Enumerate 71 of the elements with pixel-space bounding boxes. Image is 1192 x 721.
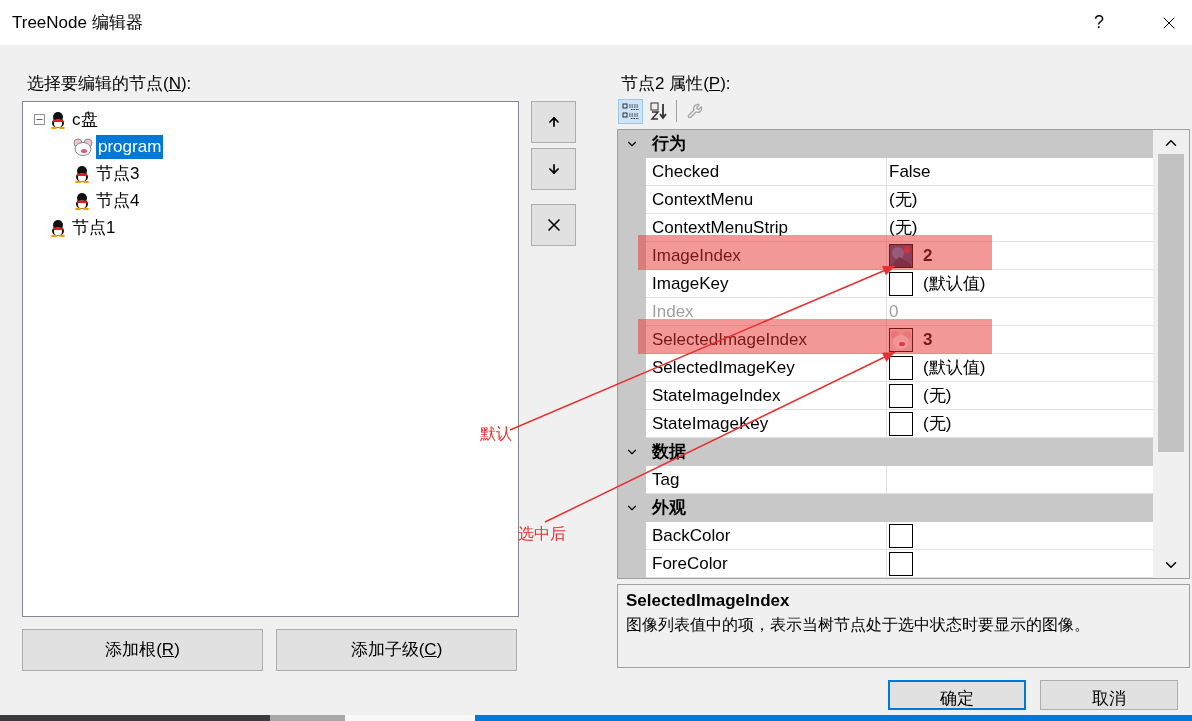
image-icon — [889, 327, 913, 352]
wrench-icon — [686, 103, 703, 119]
category-title: 行为 — [651, 133, 686, 156]
properties-label: 节点2 属性(P): — [620, 73, 732, 95]
category-title: 数据 — [651, 441, 686, 464]
empty-swatch — [889, 271, 913, 296]
animal-icon — [73, 137, 93, 156]
tree-label: 选择要编辑的节点(N): — [26, 73, 193, 95]
categorized-icon — [621, 102, 640, 120]
property-value[interactable]: (默认值) — [923, 270, 986, 297]
property-name[interactable]: ForeColor — [646, 550, 887, 578]
description-title: SelectedImageIndex — [626, 590, 791, 612]
bird-icon — [49, 218, 67, 237]
value-cell[interactable]: False — [887, 158, 1153, 186]
property-name[interactable]: ContextMenuStrip — [646, 214, 887, 242]
tree-node[interactable]: 节点4 — [94, 188, 142, 213]
tree-node[interactable]: 节点3 — [94, 161, 142, 186]
tree-node[interactable]: program — [96, 134, 164, 159]
value-cell[interactable]: (默认值) — [887, 270, 1153, 298]
property-name[interactable]: ImageIndex — [646, 242, 887, 270]
value-cell[interactable]: (无) — [887, 410, 1153, 438]
category-title: 外观 — [651, 497, 686, 520]
value-cell[interactable]: (默认值) — [887, 354, 1153, 382]
value-cell[interactable]: 3 — [887, 326, 1153, 354]
move-down-button[interactable] — [531, 148, 576, 190]
property-value[interactable]: (无) — [889, 214, 918, 241]
value-cell[interactable] — [887, 550, 1153, 578]
window-title: TreeNode 编辑器 — [11, 11, 143, 34]
property-name[interactable]: ContextMenu — [646, 186, 887, 214]
value-cell[interactable]: 2 — [887, 242, 1153, 270]
empty-swatch — [889, 383, 913, 408]
bird-icon — [73, 164, 91, 183]
value-cell[interactable] — [887, 466, 1153, 494]
value-cell[interactable]: (无) — [887, 186, 1153, 214]
add-root-button[interactable]: 添加根(R) — [22, 629, 263, 671]
property-name[interactable]: Checked — [646, 158, 887, 186]
empty-swatch — [889, 355, 913, 380]
property-name[interactable]: BackColor — [646, 522, 887, 550]
add-child-button[interactable]: 添加子级(C) — [276, 629, 517, 671]
property-value[interactable]: 2 — [923, 242, 933, 269]
delete-button[interactable] — [531, 204, 576, 246]
image-icon — [889, 243, 913, 268]
collapse-toggle-icon[interactable] — [33, 114, 45, 125]
cancel-button[interactable]: 取消 — [1040, 680, 1178, 710]
property-name[interactable]: Tag — [646, 466, 887, 494]
sort-az-icon — [649, 102, 668, 120]
property-value[interactable]: (默认值) — [923, 354, 986, 381]
help-button[interactable]: ? — [1076, 0, 1122, 45]
empty-swatch — [889, 523, 913, 548]
move-up-button[interactable] — [531, 101, 576, 143]
bird-icon — [73, 191, 91, 210]
property-name[interactable]: SelectedImageKey — [646, 354, 887, 382]
property-value[interactable]: False — [889, 158, 931, 185]
property-name[interactable]: ImageKey — [646, 270, 887, 298]
annotation-label: 默认 — [480, 424, 512, 444]
empty-swatch — [889, 411, 913, 436]
value-cell[interactable]: (无) — [887, 382, 1153, 410]
ok-button[interactable]: 确定 — [888, 680, 1026, 710]
tree-node[interactable]: c盘 — [70, 107, 100, 132]
tree-node[interactable]: 节点1 — [70, 215, 118, 240]
property-value[interactable]: (无) — [923, 410, 952, 437]
property-value[interactable]: 3 — [923, 326, 933, 353]
property-name[interactable]: StateImageIndex — [646, 382, 887, 410]
value-cell[interactable] — [887, 522, 1153, 550]
categorized-button[interactable] — [618, 98, 643, 124]
bird-icon — [49, 110, 67, 129]
description-text: 图像列表值中的项，表示当树节点处于选中状态时要显示的图像。 — [626, 615, 1091, 635]
empty-swatch — [889, 551, 913, 576]
value-cell[interactable]: (无) — [887, 214, 1153, 242]
property-value[interactable]: (无) — [889, 186, 918, 213]
property-value[interactable]: (无) — [923, 382, 952, 409]
